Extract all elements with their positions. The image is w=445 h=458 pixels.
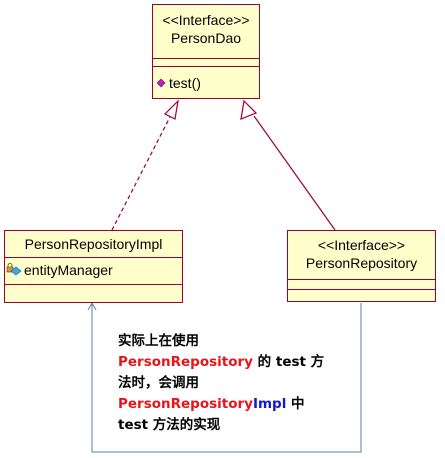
impl-header: PersonRepositoryImpl: [5, 231, 182, 258]
generalization-line: [253, 115, 336, 231]
note-blue-term: Impl: [252, 396, 287, 412]
person-dao-name: PersonDao: [170, 30, 242, 46]
realization-arrowhead: [163, 99, 179, 120]
person-dao-attributes: [153, 59, 259, 67]
person-repository-interface[interactable]: <<Interface>> PersonRepository: [287, 230, 436, 302]
note-line-4: PersonRepositoryImpl 中: [118, 396, 305, 412]
impl-field-label: entityManager: [24, 262, 113, 278]
note-red-term-2: PersonRepository: [118, 396, 253, 412]
person-dao-interface[interactable]: <<Interface>> PersonDao test(): [152, 4, 260, 99]
person-repository-impl-class[interactable]: PersonRepositoryImpl entityManager: [4, 230, 183, 303]
person-dao-method[interactable]: test(): [153, 74, 259, 92]
impl-attributes: entityManager: [5, 258, 182, 285]
annotation-note: 实际上在使用 PersonRepository 的 test 方 法时，会调用 …: [118, 331, 358, 436]
person-dao-methods: test(): [153, 67, 259, 92]
note-red-term: PersonRepository: [118, 354, 253, 370]
person-dao-method-label: test(): [169, 75, 201, 91]
note-line-5: test 方法的实现: [118, 417, 221, 433]
note-line-2: PersonRepository 的 test 方: [118, 354, 325, 370]
repository-attributes: [288, 280, 435, 290]
repository-name: PersonRepository: [305, 255, 418, 271]
repository-header: <<Interface>> PersonRepository: [288, 231, 435, 280]
note-line-1: 实际上在使用: [118, 333, 199, 349]
note-line-3: 法时，会调用: [118, 375, 199, 391]
impl-field[interactable]: entityManager: [5, 261, 182, 279]
person-dao-header: <<Interface>> PersonDao: [153, 5, 259, 59]
protected-field-icon: [6, 263, 22, 276]
person-dao-stereotype: <<Interface>>: [162, 12, 250, 28]
repository-stereotype: <<Interface>>: [317, 237, 406, 253]
realization-line: [111, 116, 171, 231]
impl-name: PersonRepositoryImpl: [24, 236, 163, 252]
purple-diamond-icon: [157, 78, 166, 88]
